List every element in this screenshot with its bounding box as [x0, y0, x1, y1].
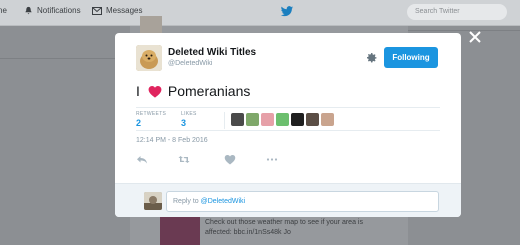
- tweet-modal: Deleted Wiki Titles @DeletedWiki Followi…: [115, 33, 461, 217]
- nav-home[interactable]: ne: [0, 6, 7, 15]
- like-heart-icon[interactable]: [224, 154, 236, 165]
- weather-map-image: [160, 215, 200, 245]
- avatar[interactable]: [276, 113, 289, 126]
- divider: [0, 58, 130, 59]
- nav-messages-label: Messages: [106, 6, 143, 15]
- thumbnail-image: [140, 16, 162, 34]
- user-handle[interactable]: @DeletedWiki: [168, 60, 212, 67]
- retweets-count: 2: [136, 118, 142, 128]
- avatar[interactable]: [246, 113, 259, 126]
- timeline-tweet-line: Check out those weather map to see if yo…: [205, 219, 363, 226]
- avatar: [144, 192, 162, 210]
- reply-area: Reply to @DeletedWiki: [115, 183, 461, 217]
- tweet-text-prefix: I: [136, 83, 140, 99]
- dog-avatar-image: [136, 45, 162, 71]
- top-navigation-bar: ne Notifications Messages Search Twitter: [0, 0, 520, 26]
- more-options-icon[interactable]: [266, 154, 278, 165]
- envelope-icon: [92, 6, 102, 15]
- reply-mention: @DeletedWiki: [200, 198, 246, 205]
- heart-emoji-icon: [148, 85, 162, 98]
- nav-notifications[interactable]: Notifications: [24, 6, 81, 15]
- avatar[interactable]: [231, 113, 244, 126]
- likes-count: 3: [181, 118, 187, 128]
- avatar[interactable]: [291, 113, 304, 126]
- user-avatar-image: [144, 192, 162, 210]
- likers-avatars: [231, 113, 334, 126]
- bell-icon: [25, 6, 32, 15]
- retweet-icon[interactable]: [178, 154, 190, 165]
- likes-stat[interactable]: LIKES 3: [181, 111, 197, 128]
- tweet-text-suffix: Pomeranians: [167, 83, 251, 99]
- following-button[interactable]: Following: [384, 47, 438, 68]
- retweets-label: RETWEETS: [136, 111, 167, 117]
- avatar[interactable]: [261, 113, 274, 126]
- nav-home-label: ne: [0, 6, 7, 15]
- tweet-timestamp: 12:14 PM - 8 Feb 2016: [136, 137, 208, 144]
- divider: [224, 112, 225, 129]
- gear-icon[interactable]: [366, 52, 378, 64]
- likes-label: LIKES: [181, 111, 197, 117]
- reply-placeholder: Reply to: [173, 198, 201, 205]
- tweet-actions: [136, 154, 286, 166]
- close-icon[interactable]: [468, 30, 482, 44]
- reply-icon[interactable]: [136, 154, 148, 165]
- twitter-bird-icon[interactable]: [280, 6, 294, 17]
- retweets-stat[interactable]: RETWEETS 2: [136, 111, 166, 128]
- avatar[interactable]: [306, 113, 319, 126]
- display-name[interactable]: Deleted Wiki Titles: [168, 47, 256, 58]
- avatar[interactable]: [321, 113, 334, 126]
- tweet-stats: RETWEETS 2 LIKES 3: [136, 107, 440, 131]
- timeline-tweet-line: affected: bbc.in/1nSs48k Jo: [205, 229, 291, 236]
- timeline-tweet-text: Check out those weather map to see if yo…: [205, 218, 363, 238]
- nav-messages[interactable]: Messages: [92, 6, 142, 15]
- tweet-text: I Pomeranians: [136, 83, 250, 99]
- divider: [408, 30, 520, 31]
- reply-input[interactable]: Reply to @DeletedWiki: [166, 191, 439, 212]
- avatar[interactable]: [136, 45, 162, 71]
- search-input[interactable]: Search Twitter: [407, 4, 507, 20]
- nav-notifications-label: Notifications: [37, 6, 81, 15]
